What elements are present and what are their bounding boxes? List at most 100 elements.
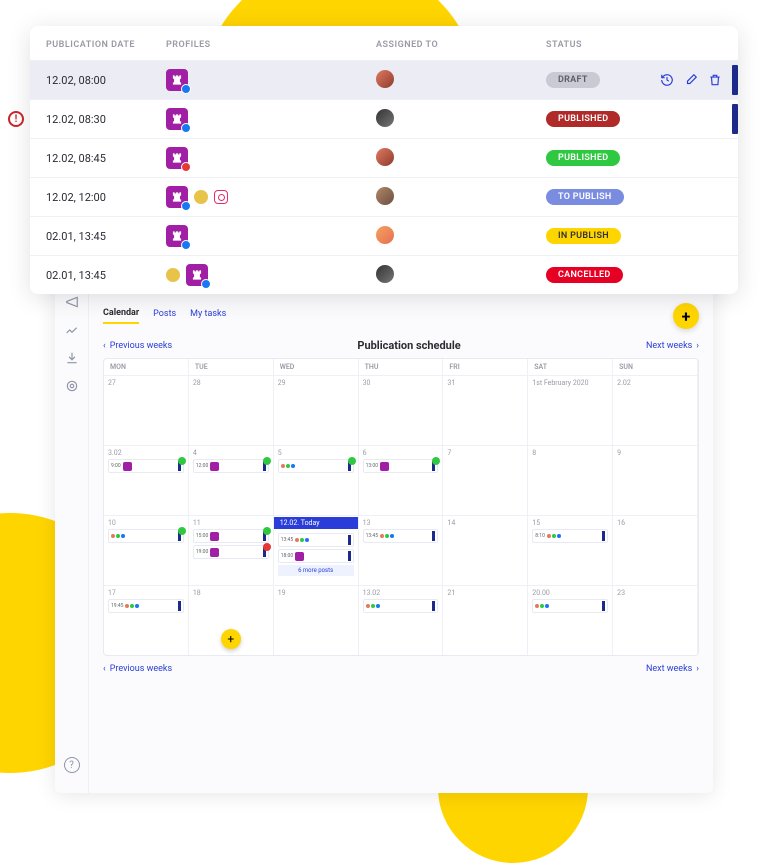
- edit-icon[interactable]: [684, 73, 698, 87]
- calendar-event[interactable]: 18:00: [278, 549, 354, 563]
- add-button[interactable]: +: [673, 303, 699, 329]
- calendar-event[interactable]: 8:10: [532, 529, 608, 543]
- day-header: MON: [104, 359, 189, 375]
- table-row[interactable]: 02.01, 13:45CANCELLED: [30, 255, 738, 294]
- calendar-cell[interactable]: 1115:0019:00: [189, 515, 274, 585]
- calendar-cell[interactable]: 29: [274, 375, 359, 445]
- assignee-avatar: [376, 70, 394, 88]
- calendar-event[interactable]: 13:00: [363, 459, 439, 473]
- prev-weeks-link-bottom[interactable]: ‹Previous weeks: [103, 664, 172, 674]
- event-status-icon: [178, 527, 186, 535]
- assigned-cell: [376, 70, 546, 91]
- calendar-cell[interactable]: 21: [443, 585, 528, 655]
- tab-calendar[interactable]: Calendar: [103, 308, 139, 324]
- calendar-cell[interactable]: 5: [274, 445, 359, 515]
- calendar-event[interactable]: 9:00: [108, 459, 184, 473]
- more-posts-link[interactable]: 6 more posts: [278, 565, 354, 576]
- calendar-cell[interactable]: 12.02. Today 13:45 18:00 6 more posts: [274, 515, 359, 585]
- calendar-event[interactable]: 13:45: [363, 529, 439, 543]
- megaphone-icon[interactable]: [65, 295, 79, 309]
- table-row[interactable]: 12.02, 08:45 PUBLISHED: [30, 138, 738, 177]
- row-actions: [660, 73, 722, 87]
- assigned-cell: [376, 148, 546, 169]
- add-event-button[interactable]: +: [221, 629, 241, 649]
- calendar-cell[interactable]: 1st February 2020: [528, 375, 613, 445]
- calendar-cell[interactable]: 19: [274, 585, 359, 655]
- event-status-icon: [432, 457, 440, 465]
- calendar-cell[interactable]: 23: [613, 585, 698, 655]
- calendar-cell[interactable]: 2.02: [613, 375, 698, 445]
- day-number: 17: [108, 589, 184, 597]
- calendar-cell[interactable]: 20.00: [528, 585, 613, 655]
- calendar-nav-bottom: ‹Previous weeks Next weeks›: [103, 664, 699, 674]
- delete-icon[interactable]: [708, 73, 722, 87]
- event-dots-icon: [281, 464, 295, 468]
- table-row[interactable]: 12.02, 08:00DRAFT: [30, 60, 738, 99]
- calendar-cell[interactable]: 27: [104, 375, 189, 445]
- prev-weeks-link[interactable]: ‹Previous weeks: [103, 341, 172, 351]
- chart-icon[interactable]: [65, 323, 79, 337]
- platform-badge-icon: [181, 84, 191, 94]
- calendar-cell[interactable]: 158:10: [528, 515, 613, 585]
- event-status-icon: [263, 527, 271, 535]
- calendar-event[interactable]: 12:00: [193, 459, 269, 473]
- status-badge: PUBLISHED: [546, 111, 620, 127]
- profile-icon: [186, 264, 208, 286]
- table-row[interactable]: 02.01, 13:45IN PUBLISH: [30, 216, 738, 255]
- calendar-event[interactable]: 15:00: [193, 529, 269, 543]
- target-icon[interactable]: [65, 379, 79, 393]
- profiles-cell: [166, 69, 376, 91]
- calendar-cell[interactable]: 7: [443, 445, 528, 515]
- calendar-cell[interactable]: 3.029:00: [104, 445, 189, 515]
- calendar-cell[interactable]: 412:00: [189, 445, 274, 515]
- calendar-cell[interactable]: 18+: [189, 585, 274, 655]
- profiles-cell: [166, 147, 376, 169]
- today-badge: 12.02. Today: [274, 517, 358, 529]
- calendar-event[interactable]: 19:45: [108, 599, 184, 613]
- calendar-event[interactable]: 13:45: [278, 533, 354, 547]
- calendar-cell[interactable]: 16: [613, 515, 698, 585]
- event-bar: [348, 551, 351, 561]
- calendar-event[interactable]: [363, 599, 439, 613]
- chevron-left-icon: ‹: [103, 664, 106, 674]
- history-icon[interactable]: [660, 73, 674, 87]
- calendar-cell[interactable]: 1313:45: [359, 515, 444, 585]
- calendar-cell[interactable]: 8: [528, 445, 613, 515]
- status-badge: IN PUBLISH: [546, 228, 621, 244]
- day-number: 8: [532, 449, 608, 457]
- event-profile-icon: [123, 462, 132, 471]
- calendar-cell[interactable]: 9: [613, 445, 698, 515]
- next-weeks-link[interactable]: Next weeks›: [646, 341, 699, 351]
- calendar-cell[interactable]: 613:00: [359, 445, 444, 515]
- day-number: 27: [108, 379, 184, 387]
- calendar-cell[interactable]: 28: [189, 375, 274, 445]
- next-weeks-link-bottom[interactable]: Next weeks›: [646, 664, 699, 674]
- day-header: THU: [359, 359, 444, 375]
- calendar-event[interactable]: [278, 459, 354, 473]
- help-icon[interactable]: ?: [64, 757, 80, 773]
- calendar-cell[interactable]: 14: [443, 515, 528, 585]
- tab-my-tasks[interactable]: My tasks: [190, 309, 226, 323]
- event-status-icon: [178, 457, 186, 465]
- event-profile-icon: [295, 552, 304, 561]
- day-number: 10: [108, 519, 184, 527]
- download-icon[interactable]: [65, 351, 79, 365]
- calendar-cell[interactable]: 10: [104, 515, 189, 585]
- event-profile-icon: [380, 462, 389, 471]
- status-cell: PUBLISHED: [546, 150, 722, 166]
- calendar-cell[interactable]: 13.02: [359, 585, 444, 655]
- chevron-right-icon: ›: [696, 664, 699, 674]
- publication-date: 12.02, 08:45: [46, 152, 166, 165]
- table-row[interactable]: !12.02, 08:30PUBLISHED: [30, 99, 738, 138]
- calendar-cell[interactable]: 17 19:45: [104, 585, 189, 655]
- calendar-event[interactable]: [108, 529, 184, 543]
- assigned-cell: [376, 265, 546, 286]
- calendar-cell[interactable]: 31: [443, 375, 528, 445]
- calendar-cell[interactable]: 30: [359, 375, 444, 445]
- event-time: 12:00: [196, 463, 208, 469]
- calendar-event[interactable]: [532, 599, 608, 613]
- table-row[interactable]: 12.02, 12:00TO PUBLISH: [30, 177, 738, 216]
- tab-posts[interactable]: Posts: [153, 309, 176, 323]
- event-dots-icon: [380, 534, 394, 538]
- calendar-event[interactable]: 19:00: [193, 545, 269, 559]
